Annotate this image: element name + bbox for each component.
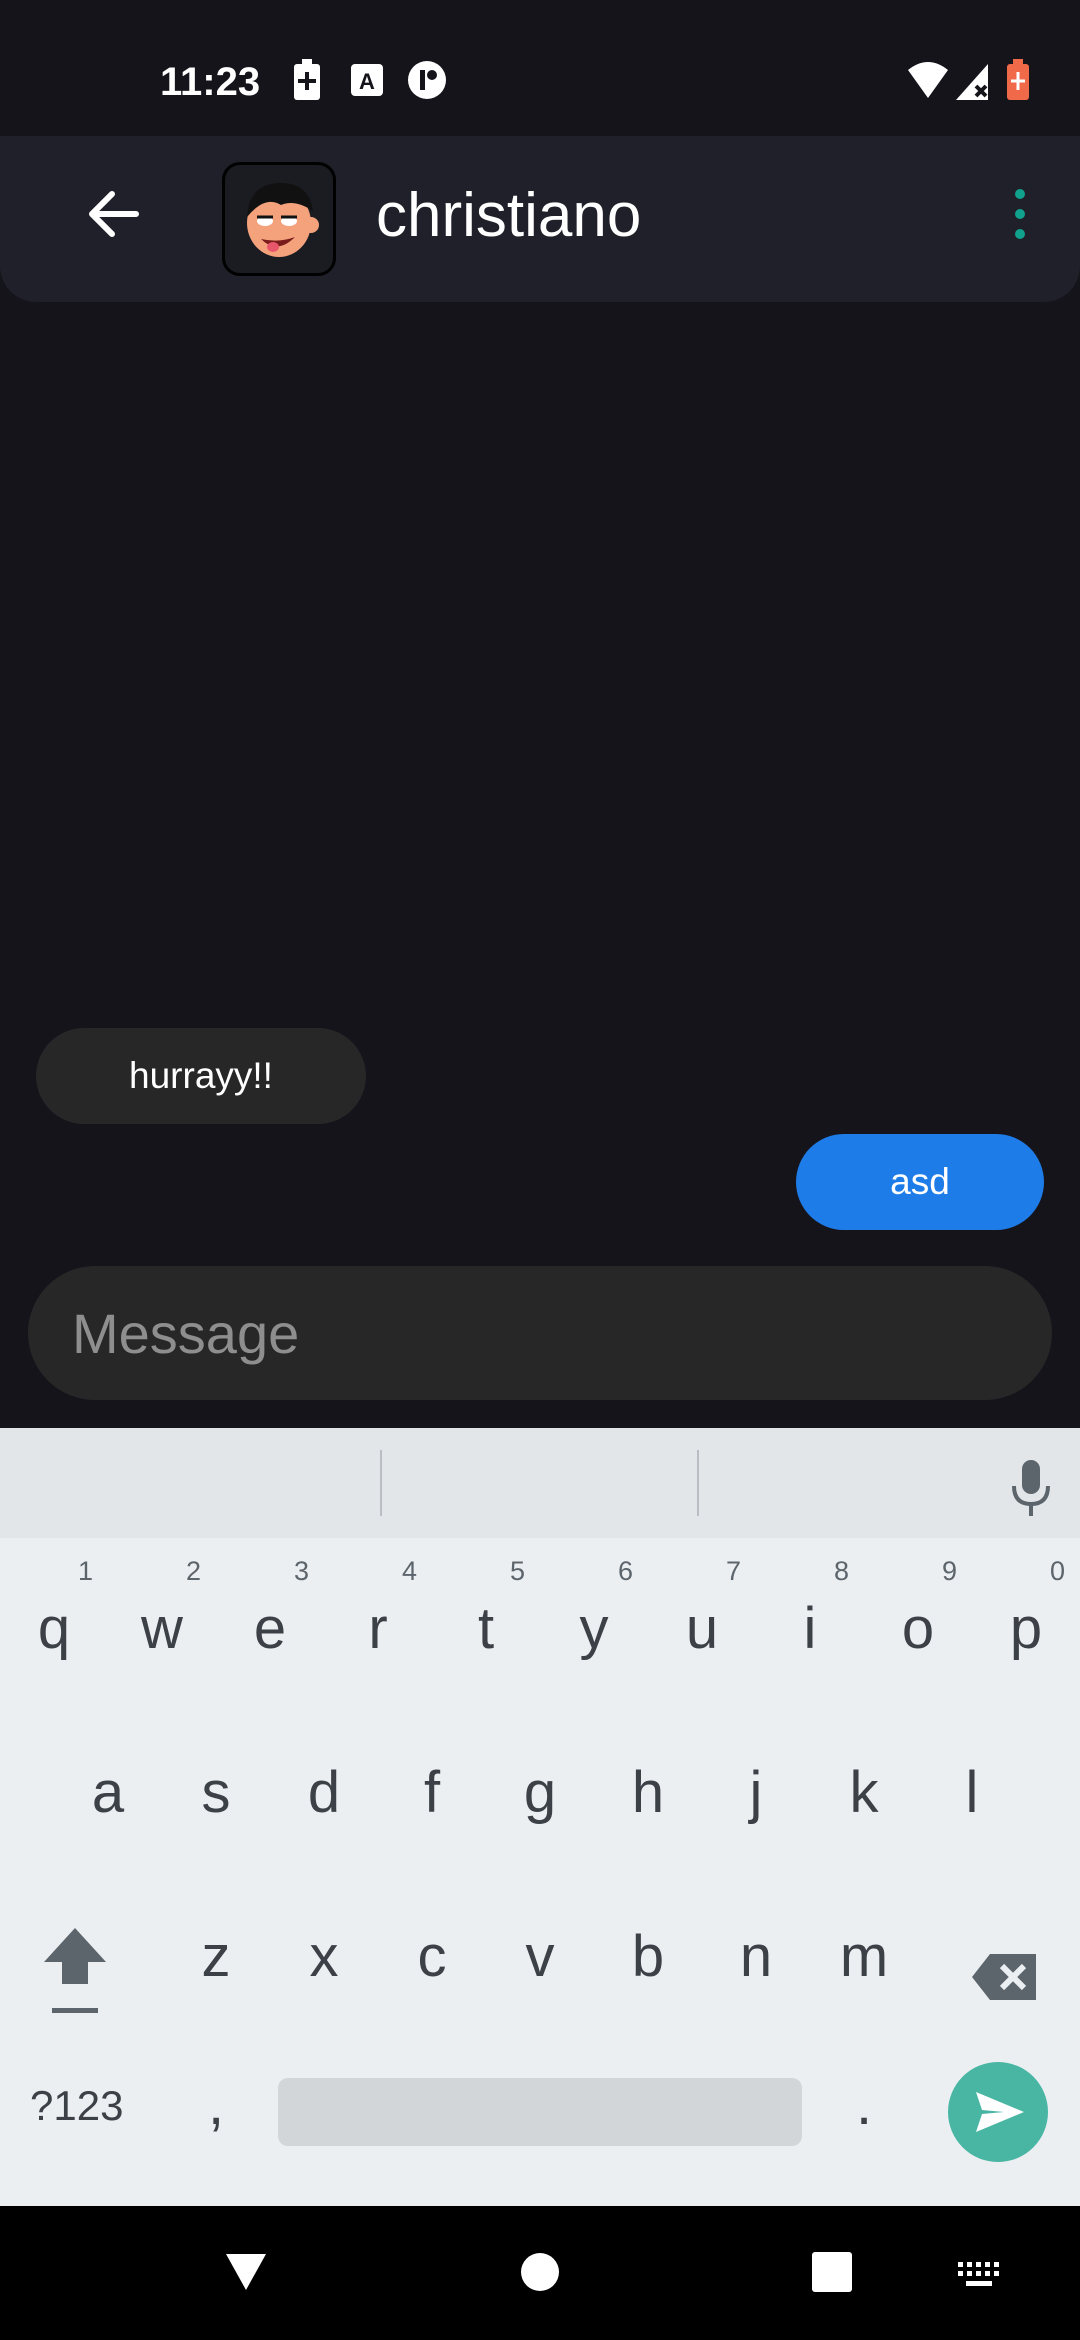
key-v[interactable]: v — [500, 1906, 580, 2006]
contact-name[interactable]: christiano — [376, 180, 641, 251]
key-hint-5: 5 — [510, 1556, 526, 1586]
key-m[interactable]: m — [824, 1906, 904, 2006]
key-hint-3: 3 — [294, 1556, 310, 1586]
key-q[interactable]: q — [14, 1578, 94, 1678]
key-o[interactable]: o — [878, 1578, 958, 1678]
send-key[interactable] — [948, 2062, 1048, 2162]
key-n[interactable]: n — [716, 1906, 796, 2006]
shift-icon[interactable] — [38, 1924, 112, 2016]
suggestion-divider — [697, 1450, 699, 1516]
key-d[interactable]: d — [284, 1742, 364, 1842]
message-text: asd — [890, 1161, 950, 1202]
key-hint-9: 9 — [942, 1556, 958, 1586]
message-input[interactable] — [72, 1266, 1012, 1400]
key-hint-7: 7 — [726, 1556, 742, 1586]
key-hint-6: 6 — [618, 1556, 634, 1586]
incoming-message-bubble[interactable]: hurrayy!! — [36, 1028, 366, 1124]
key-y[interactable]: y — [554, 1578, 634, 1678]
message-composer — [28, 1266, 1052, 1400]
status-bar: 11:23 A — [0, 0, 1080, 136]
key-hint-8: 8 — [834, 1556, 850, 1586]
send-icon — [976, 2092, 1024, 2132]
comma-key[interactable]: , — [196, 2064, 236, 2144]
key-w[interactable]: w — [122, 1578, 202, 1678]
key-f[interactable]: f — [392, 1742, 472, 1842]
suggestion-divider — [380, 1450, 382, 1516]
key-k[interactable]: k — [824, 1742, 904, 1842]
app-notification-icon — [408, 61, 446, 99]
soft-keyboard: ?123 , . q1w2e3r4t5y6u7i8o9p0 asdfghjkl zx… — [0, 1428, 1080, 2206]
key-z[interactable]: z — [176, 1906, 256, 2006]
key-l[interactable]: l — [932, 1742, 1012, 1842]
key-t[interactable]: t — [446, 1578, 526, 1678]
nav-recents-icon[interactable] — [812, 2252, 852, 2292]
battery-icon — [1007, 59, 1029, 100]
key-r[interactable]: r — [338, 1578, 418, 1678]
key-hint-0: 0 — [1050, 1556, 1066, 1586]
symbols-key[interactable]: ?123 — [30, 2082, 123, 2130]
nav-back-icon[interactable] — [224, 2250, 268, 2294]
key-b[interactable]: b — [608, 1906, 688, 2006]
chat-app-bar: christiano — [0, 136, 1080, 302]
space-bar[interactable] — [278, 2078, 802, 2146]
key-j[interactable]: j — [716, 1742, 796, 1842]
key-a[interactable]: a — [68, 1742, 148, 1842]
navigation-bar — [0, 2206, 1080, 2340]
message-text: hurrayy!! — [129, 1055, 273, 1096]
key-p[interactable]: p — [986, 1578, 1066, 1678]
backspace-icon[interactable] — [970, 1952, 1040, 2002]
keyboard-switch-icon[interactable] — [956, 2260, 1002, 2290]
key-hint-1: 1 — [78, 1556, 94, 1586]
key-s[interactable]: s — [176, 1742, 256, 1842]
key-i[interactable]: i — [770, 1578, 850, 1678]
more-vert-icon[interactable] — [1000, 184, 1040, 244]
back-arrow-icon[interactable] — [80, 180, 148, 248]
mic-icon[interactable] — [1006, 1458, 1056, 1518]
key-x[interactable]: x — [284, 1906, 364, 2006]
key-hint-4: 4 — [402, 1556, 418, 1586]
suggestion-strip — [0, 1428, 1080, 1538]
avatar[interactable] — [222, 162, 336, 276]
key-hint-2: 2 — [186, 1556, 202, 1586]
wifi-icon — [908, 62, 948, 98]
chat-screen: 11:23 A christiano hurrayy!! asd Message… — [0, 0, 1080, 2340]
key-u[interactable]: u — [662, 1578, 742, 1678]
battery-saver-icon — [294, 59, 320, 100]
key-e[interactable]: e — [230, 1578, 310, 1678]
svg-text:A: A — [359, 69, 375, 94]
key-h[interactable]: h — [608, 1742, 688, 1842]
outgoing-message-bubble[interactable]: asd — [796, 1134, 1044, 1230]
font-notification-icon: A — [351, 64, 383, 96]
key-g[interactable]: g — [500, 1742, 580, 1842]
nav-home-icon[interactable] — [520, 2252, 560, 2292]
status-time: 11:23 — [160, 60, 261, 104]
key-c[interactable]: c — [392, 1906, 472, 2006]
signal-icon — [956, 64, 988, 100]
period-key[interactable]: . — [844, 2064, 884, 2144]
cartoon-face-icon — [247, 183, 319, 257]
